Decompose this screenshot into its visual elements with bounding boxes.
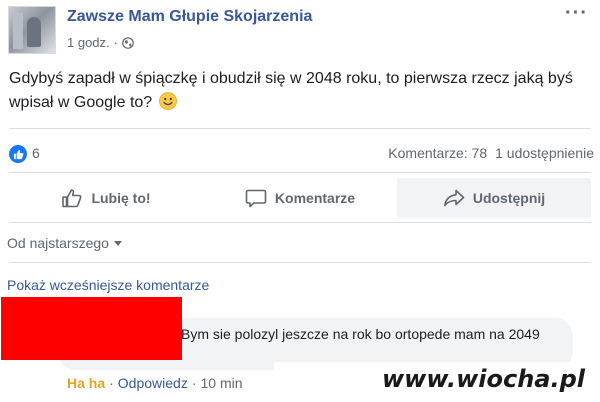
page-name-link[interactable]: Zawsze Mam Głupie Skojarzenia <box>67 8 312 26</box>
share-button-label: Udostępnij <box>472 190 546 206</box>
post-meta: 1 godz. · <box>67 35 134 50</box>
more-options-icon[interactable]: ··· <box>565 2 588 25</box>
smiley-emoji-icon <box>158 92 177 110</box>
comments-count-link[interactable]: Komentarze: 78 <box>388 145 487 161</box>
divider <box>9 128 591 129</box>
reply-link[interactable]: Odpowiedz <box>118 375 188 391</box>
post-stats: Komentarze: 78 1 udostępnienie <box>388 145 594 161</box>
post-text: Gdybyś zapadł w śpiączkę i obudził się w… <box>9 70 573 111</box>
haha-reaction-button[interactable]: Ha ha <box>67 375 105 391</box>
watermark: www.wiocha.pl <box>274 362 600 402</box>
post-timestamp[interactable]: 1 godz. <box>67 35 110 50</box>
meta-separator: · <box>113 35 118 50</box>
divider <box>9 222 591 223</box>
comment-action-separator: · <box>191 375 197 391</box>
like-button-label: Lubię to! <box>91 190 151 206</box>
thumbs-up-icon[interactable] <box>9 145 27 163</box>
comment-button[interactable]: Komentarze <box>203 178 397 218</box>
comment-time[interactable]: 10 min <box>201 375 243 391</box>
comment-text: Bym sie polozyl jeszcze na rok bo ortope… <box>181 326 540 342</box>
speech-bubble-icon <box>245 189 267 208</box>
reaction-count[interactable]: 6 <box>32 145 40 161</box>
like-button[interactable]: Lubię to! <box>9 178 203 218</box>
comment-action-separator: · <box>109 375 114 391</box>
view-previous-comments-link[interactable]: Pokaż wcześniejsze komentarze <box>7 277 209 293</box>
share-button[interactable]: Udostępnij <box>397 178 591 218</box>
sort-label: Od najstarszego <box>7 235 109 251</box>
caret-down-icon <box>113 240 122 246</box>
globe-icon <box>122 36 134 49</box>
comment-button-label: Komentarze <box>274 190 356 206</box>
shares-count-link[interactable]: 1 udostępnienie <box>495 145 594 161</box>
comment-sort-dropdown[interactable]: Od najstarszego <box>7 235 122 251</box>
post-actions-bar: Lubię to! Komentarze Udostępnij <box>9 178 591 218</box>
divider <box>9 172 591 173</box>
comment-actions: Ha ha · Odpowiedz · 10 min <box>67 375 243 391</box>
share-arrow-icon <box>443 189 465 207</box>
thumbs-up-outline-icon <box>62 189 82 208</box>
divider <box>9 262 591 263</box>
page-avatar[interactable] <box>8 6 56 54</box>
watermark-text: www.wiocha.pl <box>381 365 585 393</box>
post-body: Gdybyś zapadł w śpiączkę i obudził się w… <box>9 67 589 115</box>
